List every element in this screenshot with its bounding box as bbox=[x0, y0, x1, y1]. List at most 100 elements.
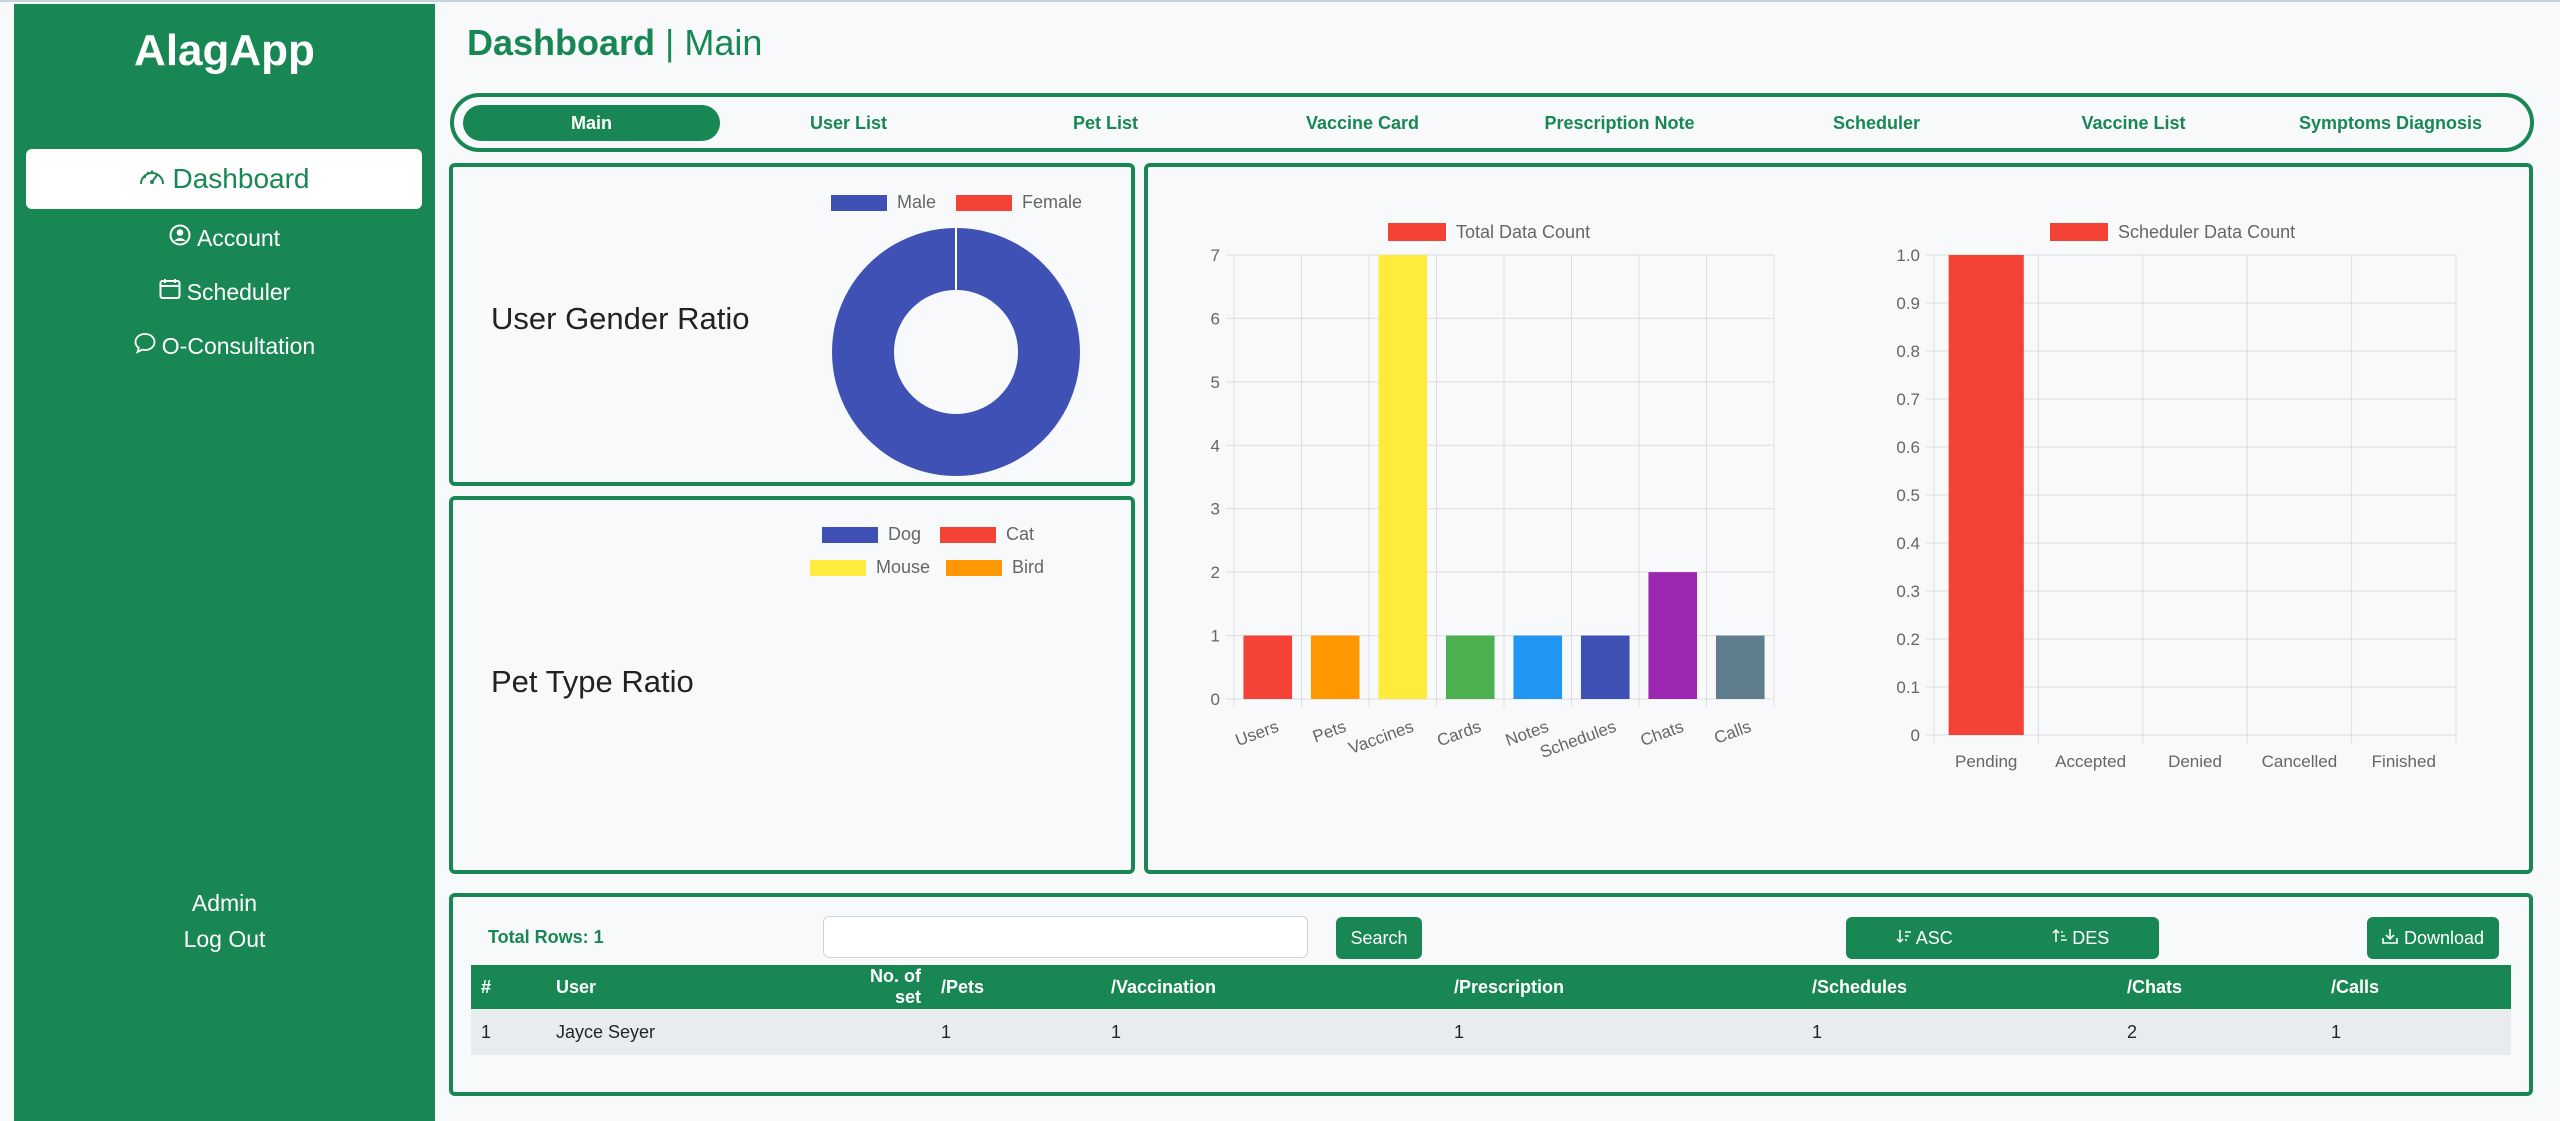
brand-logo: AlagApp bbox=[134, 26, 315, 75]
legend-item[interactable]: Female bbox=[956, 192, 1082, 213]
y-tick-label: 0.8 bbox=[1896, 342, 1920, 361]
legend-item[interactable]: Mouse bbox=[810, 557, 930, 578]
legend-swatch bbox=[810, 559, 866, 576]
sort-asc-button[interactable]: ASC bbox=[1896, 928, 1953, 949]
data-table: # User No. of set /Pets /Vaccination /Pr… bbox=[471, 965, 2511, 1055]
sidebar-item-label: Scheduler bbox=[186, 278, 291, 305]
y-tick-label: 0.2 bbox=[1896, 630, 1920, 649]
x-tick-label: Accepted bbox=[2055, 752, 2126, 771]
table-cell: 1 bbox=[931, 1009, 1101, 1055]
bar-chats[interactable] bbox=[1648, 572, 1698, 699]
pet-ratio-panel: Pet Type Ratio Dog Cat Mouse Bird bbox=[449, 496, 1135, 874]
table-row[interactable]: 1 Jayce Seyer 1 1 1 1 2 1 bbox=[471, 1009, 2511, 1055]
legend-label: Scheduler Data Count bbox=[2118, 222, 2295, 242]
download-button[interactable]: Download bbox=[2367, 917, 2499, 959]
column-header[interactable]: # bbox=[471, 965, 546, 1009]
column-header[interactable]: User bbox=[546, 965, 831, 1009]
total-rows-label: Total Rows: 1 bbox=[488, 927, 604, 947]
legend-item[interactable]: Bird bbox=[946, 557, 1044, 578]
legend-label: Total Data Count bbox=[1456, 222, 1590, 242]
bar-users[interactable] bbox=[1243, 635, 1293, 699]
column-header[interactable]: /Prescription bbox=[1444, 965, 1802, 1009]
y-tick-label: 0.4 bbox=[1896, 534, 1920, 553]
legend-label: Male bbox=[897, 192, 937, 212]
y-tick-label: 0 bbox=[1911, 726, 1920, 745]
tab-vaccine-card[interactable]: Vaccine Card bbox=[1234, 105, 1491, 141]
page-title-bold: Dashboard bbox=[467, 22, 656, 63]
page-title-rest: | Main bbox=[655, 22, 763, 63]
table-cell: 1 bbox=[2321, 1009, 2511, 1055]
legend-label: Dog bbox=[888, 524, 922, 544]
bar-chart-2: Scheduler Data Count 0 0.1 0.2 0.3 0.4 0.5 0.6 0… bbox=[1896, 222, 2457, 771]
x-tick-label: Schedules bbox=[1538, 717, 1619, 762]
y-tick-label: 4 bbox=[1211, 436, 1220, 455]
x-tick-label: Denied bbox=[2168, 752, 2222, 771]
sidebar-item-o-consultation[interactable]: O-Consultation bbox=[14, 332, 435, 360]
bar-schedules[interactable] bbox=[1580, 635, 1630, 699]
x-tick-label: Cards bbox=[1434, 717, 1483, 750]
y-tick-label: 5 bbox=[1211, 373, 1220, 392]
sidebar-item-label: O-Consultation bbox=[161, 332, 316, 359]
gender-ratio-panel: User Gender Ratio Male Female bbox=[449, 163, 1135, 486]
download-label: Download bbox=[2403, 927, 2485, 948]
column-header[interactable]: /Calls bbox=[2321, 965, 2511, 1009]
table-cell: 1 bbox=[1101, 1009, 1444, 1055]
sidebar-item-account[interactable]: Account bbox=[14, 224, 435, 252]
legend-item[interactable]: Dog bbox=[822, 524, 921, 545]
column-header[interactable]: /Vaccination bbox=[1101, 965, 1444, 1009]
column-header[interactable]: /Schedules bbox=[1802, 965, 2117, 1009]
legend-label: Female bbox=[1022, 192, 1083, 212]
sort-asc-icon bbox=[1896, 928, 1912, 949]
sort-des-button[interactable]: DES bbox=[2052, 928, 2109, 949]
calendar-icon bbox=[159, 278, 181, 306]
x-tick-label: Vaccines bbox=[1346, 717, 1416, 758]
x-tick-label: Pending bbox=[1955, 752, 2017, 771]
y-tick-label: 0 bbox=[1211, 690, 1220, 709]
sort-button-group: ASC DES bbox=[1846, 917, 2159, 959]
charts-panel: Total Data Count 0 1 2 3 4 5 6 7 Users Pets Vaccine… bbox=[1144, 163, 2533, 874]
bar-notes[interactable] bbox=[1513, 635, 1563, 699]
tab-symptoms-diagnosis[interactable]: Symptoms Diagnosis bbox=[2262, 105, 2519, 141]
sidebar-item-dashboard[interactable]: Dashboard bbox=[26, 149, 422, 209]
chart-legend[interactable]: Scheduler Data Count bbox=[2050, 222, 2295, 242]
x-tick-label: Chats bbox=[1638, 717, 1686, 750]
bar-pets[interactable] bbox=[1310, 635, 1360, 699]
x-tick-label: Pets bbox=[1310, 717, 1348, 746]
legend-item[interactable]: Cat bbox=[940, 524, 1034, 545]
legend-item[interactable]: Male bbox=[831, 192, 936, 213]
table-cell: 2 bbox=[2117, 1009, 2321, 1055]
column-header[interactable]: /Pets bbox=[931, 965, 1101, 1009]
chat-bubble-icon bbox=[134, 332, 156, 360]
table-cell: 1 bbox=[471, 1009, 546, 1055]
legend-swatch bbox=[946, 559, 1002, 576]
search-button[interactable]: Search bbox=[1336, 917, 1422, 959]
bar-calls[interactable] bbox=[1715, 635, 1765, 699]
bar-vaccines[interactable] bbox=[1378, 255, 1428, 699]
chart-legend[interactable]: Total Data Count bbox=[1388, 222, 1590, 242]
legend-swatch bbox=[822, 526, 878, 543]
column-header[interactable]: /Chats bbox=[2117, 965, 2321, 1009]
tab-pet-list[interactable]: Pet List bbox=[977, 105, 1234, 141]
gender-donut-chart bbox=[831, 228, 1080, 476]
bar-cards[interactable] bbox=[1445, 635, 1495, 699]
table-header-row: # User No. of set /Pets /Vaccination /Pr… bbox=[471, 965, 2511, 1009]
logout-link[interactable]: Log Out bbox=[14, 926, 435, 953]
search-button-label: Search bbox=[1350, 927, 1408, 948]
y-tick-label: 0.5 bbox=[1896, 486, 1920, 505]
x-tick-label: Users bbox=[1233, 717, 1281, 750]
table-cell bbox=[831, 1009, 931, 1055]
tab-scheduler[interactable]: Scheduler bbox=[1748, 105, 2005, 141]
user-circle-icon bbox=[169, 224, 191, 252]
tab-prescription-note[interactable]: Prescription Note bbox=[1491, 105, 1748, 141]
column-header[interactable]: No. of set bbox=[831, 965, 931, 1009]
y-tick-label: 3 bbox=[1211, 500, 1220, 519]
bar-pending[interactable] bbox=[1948, 255, 2024, 735]
search-input[interactable] bbox=[823, 916, 1308, 958]
sort-des-icon bbox=[2052, 928, 2068, 949]
tab-user-list[interactable]: User List bbox=[720, 105, 977, 141]
tab-vaccine-list[interactable]: Vaccine List bbox=[2005, 105, 2262, 141]
tab-main[interactable]: Main bbox=[463, 105, 720, 141]
x-tick-label: Calls bbox=[1712, 717, 1754, 748]
sort-des-label: DES bbox=[2072, 927, 2110, 948]
sidebar-item-scheduler[interactable]: Scheduler bbox=[14, 278, 435, 306]
